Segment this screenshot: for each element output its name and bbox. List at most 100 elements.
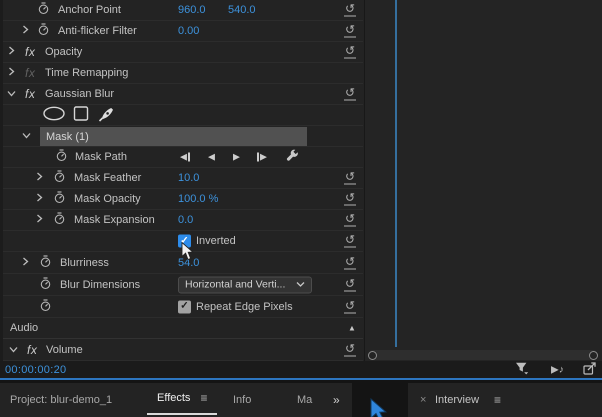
row-mask-header: Mask (1) <box>0 126 363 147</box>
stopwatch-icon[interactable] <box>54 170 65 186</box>
stopwatch-icon[interactable] <box>54 212 65 228</box>
row-audio-section: Audio ▲ <box>0 318 363 339</box>
row-blur-dimensions: Blur Dimensions Horizontal and Verti... … <box>0 274 363 296</box>
stopwatch-icon[interactable] <box>40 276 51 293</box>
left-tab-group: Project: blur-demo_1 Effects ≡ Info Ma » <box>0 383 352 417</box>
mask-selected-highlight[interactable]: Mask (1) <box>40 127 307 146</box>
anchor-y-value[interactable]: 540.0 <box>228 4 256 16</box>
blur-dimensions-dropdown[interactable]: Horizontal and Verti... <box>178 276 312 293</box>
chevron-down-icon <box>296 282 305 288</box>
param-label: Blurriness <box>60 256 109 269</box>
panel-menu-icon[interactable]: ≡ <box>494 393 501 407</box>
row-opacity: fx Opacity ↺ <box>0 42 363 63</box>
chevron-down-icon[interactable] <box>9 344 18 356</box>
tab-effects[interactable]: Effects ≡ <box>147 383 218 415</box>
track-mask-backward-button[interactable]: ◀ <box>208 152 215 162</box>
param-label: Anchor Point <box>58 4 121 16</box>
reset-button[interactable]: ↺ <box>344 255 357 269</box>
scrollbar-left-handle[interactable] <box>368 350 377 360</box>
pen-mask-tool-icon[interactable] <box>98 105 116 125</box>
chevron-right-icon[interactable] <box>36 193 43 205</box>
chevron-right-icon[interactable] <box>8 67 15 79</box>
collapse-section-icon[interactable]: ▲ <box>348 324 356 333</box>
row-mask-path: Mask Path ◀ ◀ ▶ ▶ <box>0 147 363 168</box>
param-label: Mask Path <box>75 151 127 163</box>
chevron-right-icon[interactable] <box>8 46 15 58</box>
stopwatch-icon[interactable] <box>54 191 65 207</box>
chevron-right-icon[interactable] <box>22 257 29 269</box>
param-label: Mask Expansion <box>74 214 155 226</box>
tracking-method-wrench-icon[interactable] <box>285 149 299 166</box>
right-tab-group: × Interview ≡ <box>408 383 602 417</box>
timeline-zoom-scrollbar[interactable] <box>368 350 598 360</box>
row-mask-opacity: Mask Opacity 100.0 % ↺ <box>0 189 363 210</box>
playhead-line[interactable] <box>395 0 397 347</box>
recording-highlight-cursor <box>368 397 388 417</box>
stopwatch-icon[interactable] <box>38 23 49 39</box>
reset-button[interactable]: ↺ <box>344 234 357 248</box>
reset-button[interactable]: ↺ <box>344 342 357 356</box>
tab-markers-truncated[interactable]: Ma <box>297 394 312 406</box>
scrollbar-right-handle[interactable] <box>589 350 598 360</box>
reset-button[interactable]: ↺ <box>344 213 357 227</box>
stopwatch-icon[interactable] <box>40 298 51 315</box>
param-label: Repeat Edge Pixels <box>196 300 293 313</box>
mask-name[interactable]: Mask (1) <box>46 131 89 143</box>
param-label: Mask Opacity <box>74 193 141 205</box>
stopwatch-icon[interactable] <box>38 2 49 18</box>
fx-badge-icon: fx <box>25 45 36 59</box>
fx-badge-icon: fx <box>25 66 36 80</box>
stopwatch-icon[interactable] <box>56 149 67 165</box>
effect-parameters: Anchor Point 960.0 540.0 ↺ Anti-flicker … <box>0 0 363 361</box>
reset-button[interactable]: ↺ <box>344 3 357 17</box>
ellipse-mask-tool-icon[interactable] <box>42 106 66 125</box>
checkmark-icon: ✓ <box>180 300 189 312</box>
row-anti-flicker: Anti-flicker Filter 0.00 ↺ <box>0 21 363 42</box>
track-mask-forward-one-frame-button[interactable]: ▶ <box>257 152 267 162</box>
chevron-down-icon[interactable] <box>22 130 31 142</box>
row-time-remapping: fx Time Remapping <box>0 63 363 84</box>
export-frame-icon[interactable] <box>583 361 596 378</box>
row-gaussian-blur: fx Gaussian Blur ↺ <box>0 84 363 105</box>
row-mask-expansion: Mask Expansion 0.0 ↺ <box>0 210 363 231</box>
tab-interview[interactable]: Interview <box>435 394 479 406</box>
anchor-x-value[interactable]: 960.0 <box>178 4 206 16</box>
chevron-right-icon[interactable] <box>36 214 43 226</box>
chevron-right-icon[interactable] <box>36 172 43 184</box>
tab-project[interactable]: Project: blur-demo_1 <box>10 394 112 406</box>
filter-properties-icon[interactable] <box>515 362 529 378</box>
tab-overflow-chevrons[interactable]: » <box>333 393 340 407</box>
track-mask-backward-one-frame-button[interactable]: ◀ <box>180 152 190 162</box>
panel-footer-bar: 00:00:00:20 ▶♪ <box>0 361 602 378</box>
row-volume: fx Volume ↺ <box>0 339 363 361</box>
anti-flicker-value[interactable]: 0.00 <box>178 25 199 37</box>
stopwatch-icon[interactable] <box>40 254 51 271</box>
mask-feather-value[interactable]: 10.0 <box>178 172 199 184</box>
effect-label: Gaussian Blur <box>45 88 115 100</box>
effect-controls-panel: Anchor Point 960.0 540.0 ↺ Anti-flicker … <box>0 0 602 417</box>
effect-timeline-area <box>364 0 602 361</box>
play-audio-icon[interactable]: ▶♪ <box>551 364 564 375</box>
reset-button[interactable]: ↺ <box>344 45 357 59</box>
rectangle-mask-tool-icon[interactable] <box>73 106 89 125</box>
chevron-right-icon[interactable] <box>22 25 29 37</box>
reset-button[interactable]: ↺ <box>344 277 357 291</box>
reset-button[interactable]: ↺ <box>344 192 357 206</box>
tab-info[interactable]: Info <box>233 394 251 406</box>
chevron-down-icon[interactable] <box>7 88 16 100</box>
repeat-edge-pixels-checkbox[interactable]: ✓ <box>178 300 191 313</box>
panel-menu-icon[interactable]: ≡ <box>200 391 207 405</box>
row-mask-feather: Mask Feather 10.0 ↺ <box>0 168 363 189</box>
track-mask-forward-button[interactable]: ▶ <box>233 152 240 162</box>
panel-left-edge <box>0 0 3 361</box>
reset-button[interactable]: ↺ <box>344 299 357 313</box>
reset-button[interactable]: ↺ <box>344 87 357 101</box>
reset-button[interactable]: ↺ <box>344 171 357 185</box>
mask-expansion-value[interactable]: 0.0 <box>178 214 193 226</box>
close-tab-icon[interactable]: × <box>420 394 426 406</box>
current-timecode[interactable]: 00:00:00:20 <box>5 364 66 376</box>
reset-button[interactable]: ↺ <box>344 24 357 38</box>
section-label: Audio <box>10 322 39 334</box>
mask-opacity-value[interactable]: 100.0 % <box>178 193 218 205</box>
tab-effects-label: Effects <box>157 392 191 404</box>
